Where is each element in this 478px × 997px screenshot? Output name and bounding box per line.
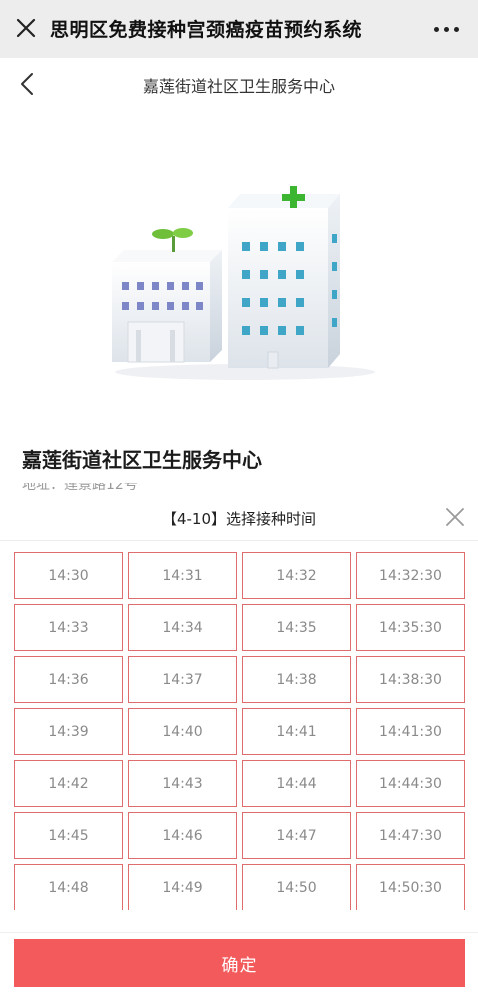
time-slot[interactable]: 14:33 (14, 604, 123, 651)
confirm-button[interactable]: 确定 (14, 939, 465, 987)
page-title: 嘉莲街道社区卫生服务中心 (142, 77, 335, 96)
close-icon[interactable] (444, 506, 466, 528)
center-address: 地址：莲景路12号 (22, 483, 138, 493)
time-slot[interactable]: 14:47:30 (356, 812, 465, 859)
hospital-building-illustration (100, 172, 380, 386)
time-slot[interactable]: 14:38:30 (356, 656, 465, 703)
time-slot[interactable]: 14:32:30 (356, 552, 465, 599)
time-slot[interactable]: 14:43 (128, 760, 237, 807)
time-slot[interactable]: 14:37 (128, 656, 237, 703)
top-bar: 思明区免费接种宫颈癌疫苗预约系统 (0, 0, 478, 58)
time-slot[interactable]: 14:41 (242, 708, 351, 755)
time-slot[interactable]: 14:38 (242, 656, 351, 703)
app-title: 思明区免费接种宫颈癌疫苗预约系统 (50, 19, 363, 41)
divider (0, 932, 478, 933)
time-slot[interactable]: 14:34 (128, 604, 237, 651)
more-icon[interactable] (434, 18, 460, 38)
time-slot-grid: 14:30 14:31 14:32 14:32:30 14:33 14:34 14:35 14… (14, 552, 466, 910)
time-slot[interactable]: 14:32 (242, 552, 351, 599)
time-slot[interactable]: 14:50:30 (356, 864, 465, 910)
time-slot[interactable]: 14:30 (14, 552, 123, 599)
time-slot[interactable]: 14:36 (14, 656, 123, 703)
divider (0, 540, 478, 541)
time-slot[interactable]: 14:39 (14, 708, 123, 755)
time-slot[interactable]: 14:44:30 (356, 760, 465, 807)
time-picker-sheet: 【4-10】选择接种时间 14:30 14:31 14:32 14:32:30 14:3… (0, 496, 478, 997)
time-slot[interactable]: 14:42 (14, 760, 123, 807)
close-icon[interactable] (14, 16, 38, 40)
time-slot[interactable]: 14:41:30 (356, 708, 465, 755)
time-slot[interactable]: 14:45 (14, 812, 123, 859)
time-slot[interactable]: 14:35:30 (356, 604, 465, 651)
time-slot[interactable]: 14:50 (242, 864, 351, 910)
time-slot[interactable]: 14:40 (128, 708, 237, 755)
time-slot-list[interactable]: 14:30 14:31 14:32 14:32:30 14:33 14:34 14:35 14… (14, 552, 466, 910)
page-header: 嘉莲街道社区卫生服务中心 (0, 58, 478, 110)
time-slot[interactable]: 14:49 (128, 864, 237, 910)
time-slot[interactable]: 14:46 (128, 812, 237, 859)
time-slot[interactable]: 14:44 (242, 760, 351, 807)
sheet-title: 【4-10】选择接种时间 (161, 510, 317, 528)
center-name: 嘉莲街道社区卫生服务中心 (22, 448, 262, 472)
time-slot[interactable]: 14:48 (14, 864, 123, 910)
time-slot[interactable]: 14:31 (128, 552, 237, 599)
time-slot[interactable]: 14:47 (242, 812, 351, 859)
time-slot[interactable]: 14:35 (242, 604, 351, 651)
